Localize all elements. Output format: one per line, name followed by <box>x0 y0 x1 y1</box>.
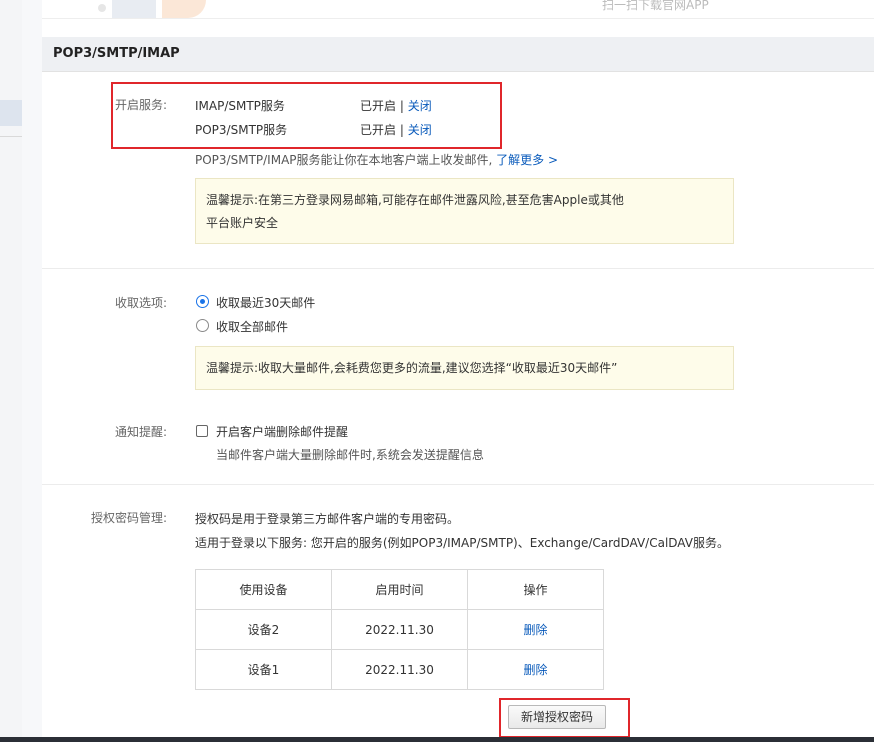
receive-notice-text: 温馨提示:收取大量邮件,会耗费您更多的流量,建议您选择“收取最近30天邮件” <box>206 361 618 375</box>
notice-line-1: 温馨提示:在第三方登录网易邮箱,可能存在邮件泄露风险,甚至危害Apple或其他 <box>206 193 624 207</box>
promo-image <box>162 0 206 18</box>
highlight-box-button <box>499 698 630 738</box>
device-name: 设备2 <box>195 609 332 650</box>
highlight-box-services <box>111 82 502 149</box>
table-header-row: 使用设备 启用时间 操作 <box>195 569 604 610</box>
delete-reminder-checkbox[interactable] <box>196 425 208 437</box>
nav-divider <box>0 136 22 137</box>
delete-reminder-hint: 当邮件客户端大量删除邮件时,系统会发送提醒信息 <box>216 448 484 462</box>
top-banner-strip: 扫一扫下载官网APP <box>42 0 874 19</box>
delete-link-cell: 删除 <box>467 609 604 650</box>
radio-label-recent[interactable]: 收取最近30天邮件 <box>216 294 315 311</box>
services-notice: 温馨提示:在第三方登录网易邮箱,可能存在邮件泄露风险,甚至危害Apple或其他 … <box>195 178 734 244</box>
delete-link-cell: 删除 <box>467 649 604 690</box>
delete-reminder-label[interactable]: 开启客户端删除邮件提醒 <box>216 423 348 440</box>
table-row: 设备2 2022.11.30 删除 <box>195 609 604 650</box>
device-name: 设备1 <box>195 649 332 690</box>
selected-nav-item[interactable] <box>0 100 22 126</box>
bottom-taskbar-edge <box>0 737 874 742</box>
column-header-date: 启用时间 <box>331 569 468 610</box>
radio-label-all[interactable]: 收取全部邮件 <box>216 318 288 335</box>
qr-download-text: 扫一扫下载官网APP <box>602 0 709 12</box>
section-divider <box>42 484 874 485</box>
section-header: POP3/SMTP/IMAP <box>42 37 874 72</box>
column-header-device: 使用设备 <box>195 569 332 610</box>
section-divider <box>42 268 874 269</box>
auth-description-2: 适用于登录以下服务: 您开启的服务(例如POP3/IMAP/SMTP)、Exch… <box>195 536 729 550</box>
enable-date: 2022.11.30 <box>331 609 468 650</box>
learn-more-link[interactable]: 了解更多 > <box>496 153 558 167</box>
dot-icon <box>98 4 106 12</box>
notify-label: 通知提醒: <box>114 425 167 439</box>
auth-description-1: 授权码是用于登录第三方邮件客户端的专用密码。 <box>195 512 460 526</box>
receive-label: 收取选项: <box>114 296 167 310</box>
column-header-action: 操作 <box>467 569 604 610</box>
receive-notice: 温馨提示:收取大量邮件,会耗费您更多的流量,建议您选择“收取最近30天邮件” <box>195 346 734 390</box>
app-preview-image <box>98 0 156 18</box>
section-title: POP3/SMTP/IMAP <box>53 46 180 61</box>
delete-link[interactable]: 删除 <box>523 663 547 677</box>
auth-label: 授权密码管理: <box>90 511 167 525</box>
table-row: 设备1 2022.11.30 删除 <box>195 649 604 690</box>
device-table: 使用设备 启用时间 操作 设备2 2022.11.30 删除 设备1 2022.… <box>195 569 604 690</box>
services-desc-text: POP3/SMTP/IMAP服务能让你在本地客户端上收发邮件, <box>195 153 493 167</box>
content-gutter <box>22 0 42 742</box>
enable-date: 2022.11.30 <box>331 649 468 690</box>
delete-link[interactable]: 删除 <box>523 623 547 637</box>
notice-line-2: 平台账户安全 <box>206 216 279 230</box>
services-description: POP3/SMTP/IMAP服务能让你在本地客户端上收发邮件, 了解更多 > <box>195 151 558 168</box>
radio-all-mail[interactable] <box>196 319 209 332</box>
left-navigation-rail <box>0 0 23 742</box>
radio-recent-30-days[interactable] <box>196 295 209 308</box>
